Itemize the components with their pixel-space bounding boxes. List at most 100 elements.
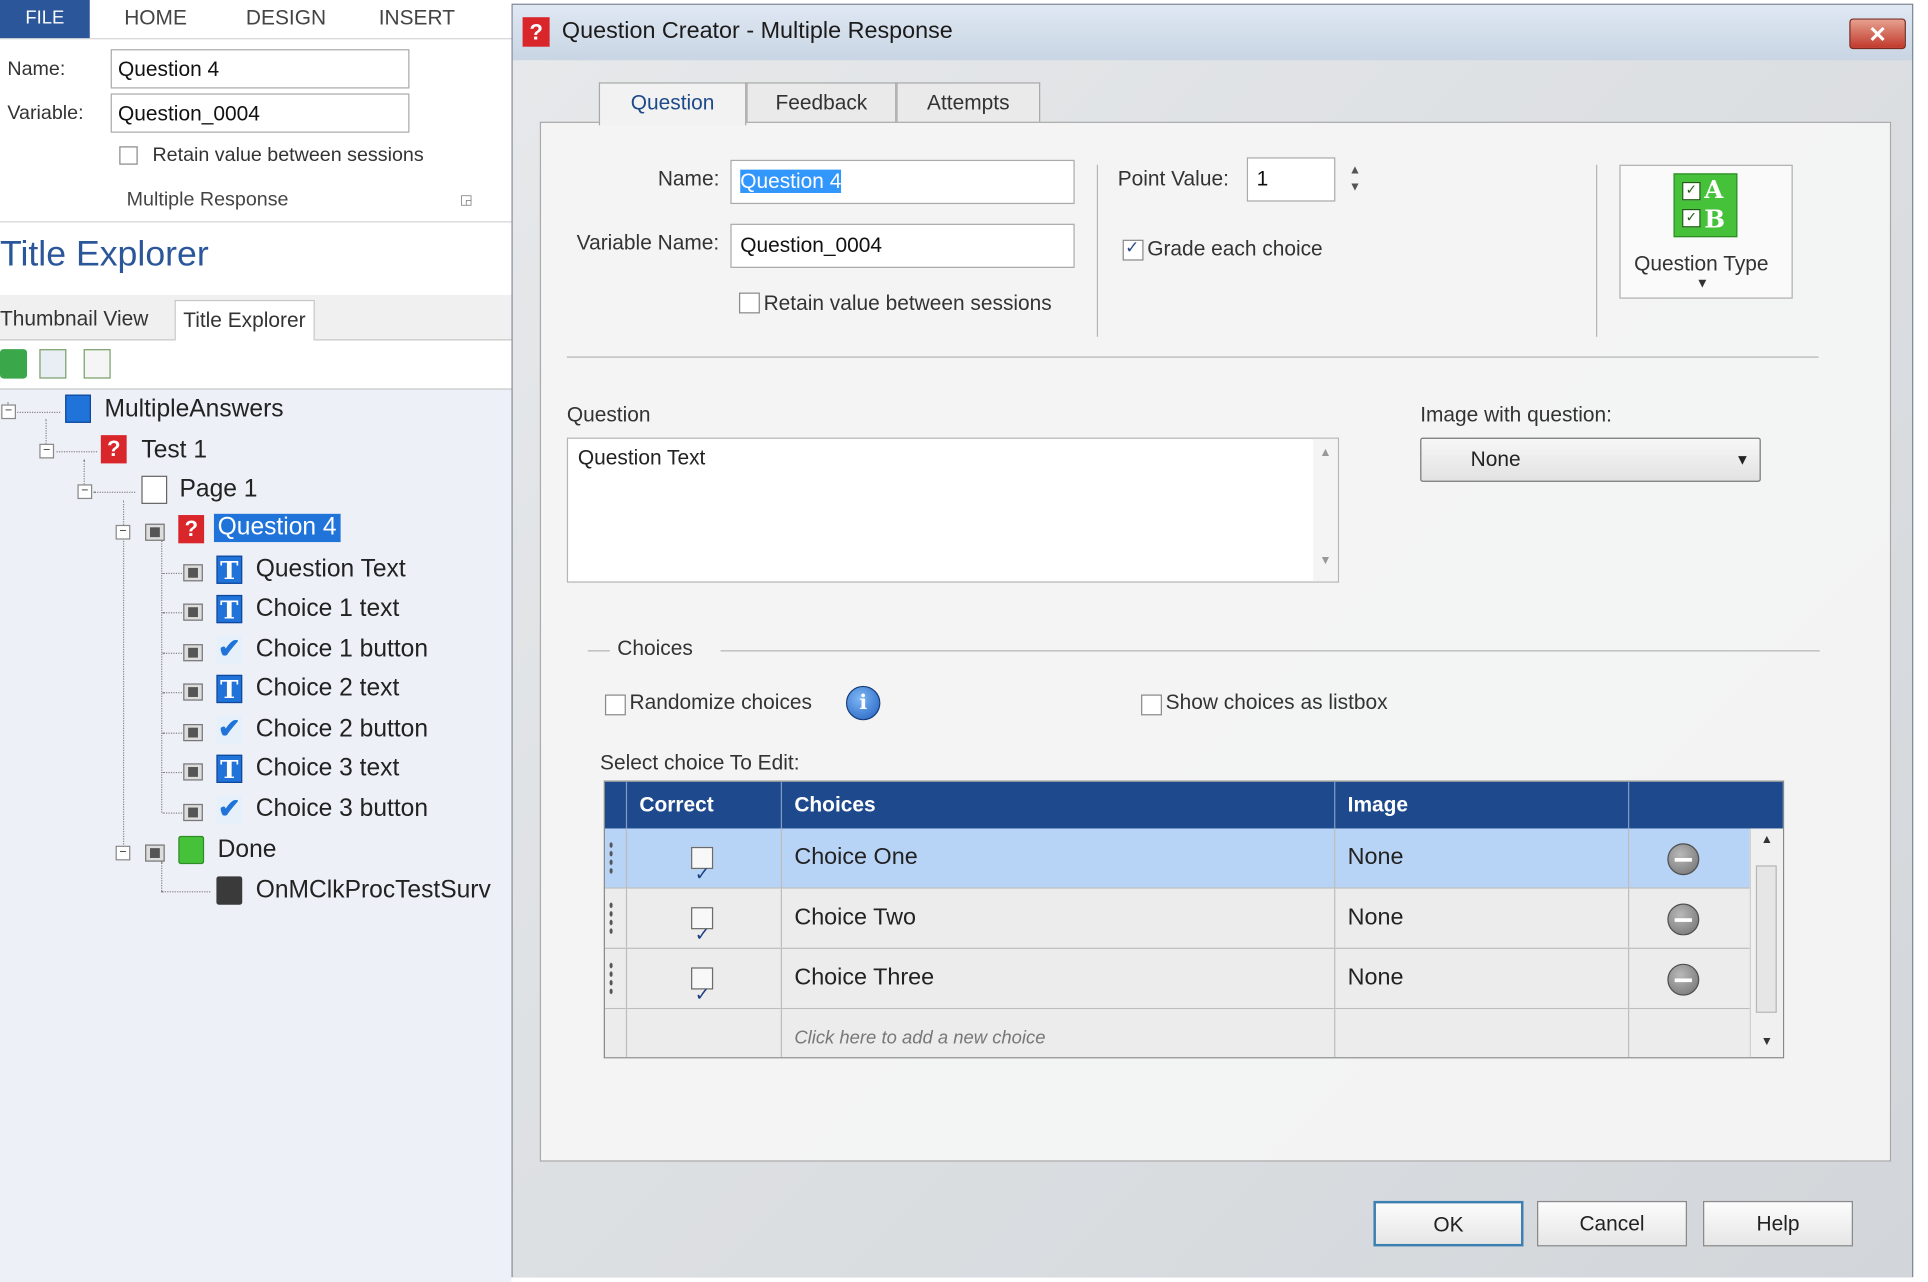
- tree-item-choice-3-button[interactable]: Choice 3 button: [256, 795, 428, 823]
- collapse-toggle[interactable]: −: [1, 404, 16, 420]
- tree-item-title[interactable]: MultipleAnswers: [105, 396, 284, 424]
- dialog-titlebar[interactable]: ? Question Creator - Multiple Response ✕: [512, 4, 1913, 61]
- tree-item-action[interactable]: OnMClkProcTestSurv: [256, 876, 491, 904]
- scroll-up-icon[interactable]: ▲: [1761, 833, 1773, 847]
- collapse-toggle[interactable]: −: [39, 443, 55, 459]
- scroll-down-icon[interactable]: ▼: [1319, 554, 1331, 568]
- group-icon: [183, 803, 203, 822]
- tree-item-question-text[interactable]: Question Text: [256, 556, 406, 584]
- tree-item-test[interactable]: Test 1: [141, 436, 207, 464]
- button-object-icon: [178, 835, 205, 865]
- tree-item-choice-2-text[interactable]: Choice 2 text: [256, 675, 400, 703]
- choice-cell[interactable]: Choice One: [782, 828, 1336, 888]
- correct-cell: [627, 828, 783, 905]
- tree-item-choice-3-text[interactable]: Choice 3 text: [256, 755, 400, 783]
- variable-field[interactable]: Question_0004: [110, 93, 410, 133]
- listbox-checkbox[interactable]: [1141, 694, 1162, 716]
- question-creator-dialog: ? Question Creator - Multiple Response ✕…: [511, 3, 1914, 1278]
- image-dropdown[interactable]: None ▼: [1420, 437, 1761, 482]
- correct-checkbox[interactable]: [691, 846, 714, 905]
- scroll-thumb[interactable]: [1755, 865, 1777, 1013]
- tab-thumbnail-view[interactable]: Thumbnail View: [0, 300, 156, 339]
- cancel-button[interactable]: Cancel: [1537, 1200, 1688, 1247]
- tab-title-explorer[interactable]: Title Explorer: [174, 299, 315, 341]
- close-button[interactable]: ✕: [1849, 18, 1906, 50]
- text-object-icon: T: [216, 754, 243, 784]
- action-icon: [216, 876, 243, 905]
- tree-item-choice-2-button[interactable]: Choice 2 button: [256, 715, 428, 743]
- tab-question[interactable]: Question: [598, 82, 747, 126]
- row-handle[interactable]: [605, 948, 628, 1008]
- tab-attempts[interactable]: Attempts: [896, 82, 1041, 123]
- ribbon-group-label: Multiple Response: [126, 189, 289, 211]
- vertical-separator: [1096, 164, 1099, 337]
- tree-item-choice-1-text[interactable]: Choice 1 text: [256, 595, 400, 623]
- image-cell[interactable]: None: [1335, 948, 1630, 1008]
- retain-checkbox[interactable]: [119, 146, 138, 165]
- image-cell[interactable]: None: [1335, 828, 1630, 888]
- correct-cell: [627, 888, 783, 965]
- tree-line: [17, 411, 61, 414]
- collapse-toggle[interactable]: −: [77, 484, 93, 500]
- choice-row[interactable]: Choice One None: [604, 828, 1751, 905]
- ok-button[interactable]: OK: [1373, 1200, 1524, 1247]
- header-choices[interactable]: Choices: [782, 781, 1336, 829]
- header-image[interactable]: Image: [1335, 781, 1630, 829]
- help-button[interactable]: Help: [1702, 1200, 1854, 1247]
- tree-item-question[interactable]: Question 4: [213, 513, 341, 543]
- add-section-icon[interactable]: [39, 349, 67, 379]
- grid-scrollbar[interactable]: ▲ ▼: [1749, 828, 1783, 1058]
- header-correct[interactable]: Correct: [627, 781, 783, 829]
- image-cell[interactable]: None: [1335, 888, 1630, 948]
- row-handle[interactable]: [605, 828, 628, 888]
- correct-checkbox[interactable]: [691, 966, 714, 1025]
- question-type-button[interactable]: ✓ ✓ A B Question Type ▼: [1619, 164, 1793, 299]
- dialog-launcher-icon[interactable]: ◲: [460, 192, 473, 208]
- scroll-up-icon[interactable]: ▲: [1319, 446, 1331, 460]
- collapse-toggle[interactable]: −: [115, 524, 131, 540]
- tab-design[interactable]: DESIGN: [246, 0, 326, 38]
- question-text-value: Question Text: [577, 446, 706, 470]
- row-handle[interactable]: [605, 888, 628, 948]
- remove-choice-icon[interactable]: [1667, 903, 1700, 936]
- retain-checkbox[interactable]: [738, 292, 760, 314]
- remove-cell: [1629, 1009, 1751, 1057]
- tree-item-choice-1-button[interactable]: Choice 1 button: [256, 635, 428, 663]
- scroll-down-icon[interactable]: ▼: [1761, 1035, 1773, 1049]
- point-spinner[interactable]: ▲ ▼: [1349, 162, 1361, 196]
- remove-choice-icon[interactable]: [1667, 843, 1700, 876]
- correct-checkbox[interactable]: [691, 906, 714, 965]
- choice-row[interactable]: Choice Three None: [604, 948, 1751, 1025]
- choice-row[interactable]: Choice Two None: [604, 888, 1751, 965]
- choices-label: Choices: [617, 636, 693, 661]
- variable-name-field[interactable]: Question_0004: [730, 223, 1075, 268]
- variable-label: Variable:: [7, 103, 84, 125]
- tree-item-done[interactable]: Done: [218, 836, 277, 864]
- add-page-icon[interactable]: [83, 349, 111, 379]
- tree-item-page[interactable]: Page 1: [180, 476, 258, 504]
- tab-feedback[interactable]: Feedback: [746, 82, 897, 123]
- collapse-toggle[interactable]: −: [115, 845, 131, 861]
- name-field[interactable]: Question 4: [730, 159, 1075, 205]
- tab-file[interactable]: FILE: [0, 0, 90, 39]
- info-icon[interactable]: i: [845, 685, 881, 721]
- add-choice-hint[interactable]: Click here to add a new choice: [782, 1009, 1336, 1058]
- point-value-field[interactable]: 1: [1246, 157, 1336, 202]
- choice-cell[interactable]: Choice Two: [782, 888, 1336, 948]
- remove-choice-icon[interactable]: [1667, 963, 1700, 996]
- tree-line: [162, 812, 182, 814]
- add-chapter-icon[interactable]: [0, 349, 28, 379]
- image-dropdown-value: None: [1470, 447, 1521, 471]
- question-textarea[interactable]: Question Text ▲ ▼: [566, 437, 1340, 583]
- name-field[interactable]: Question 4: [110, 49, 410, 89]
- add-choice-row[interactable]: Click here to add a new choice: [604, 1009, 1751, 1058]
- tab-insert[interactable]: INSERT: [379, 0, 455, 38]
- question-icon: ?: [178, 515, 205, 544]
- choice-cell[interactable]: Choice Three: [782, 948, 1336, 1008]
- tab-home[interactable]: HOME: [124, 0, 187, 38]
- question-scrollbar[interactable]: ▲ ▼: [1313, 438, 1338, 582]
- randomize-checkbox[interactable]: [604, 694, 626, 716]
- grade-checkbox[interactable]: [1122, 237, 1144, 261]
- remove-cell: [1629, 889, 1751, 948]
- text-object-icon: T: [216, 594, 243, 624]
